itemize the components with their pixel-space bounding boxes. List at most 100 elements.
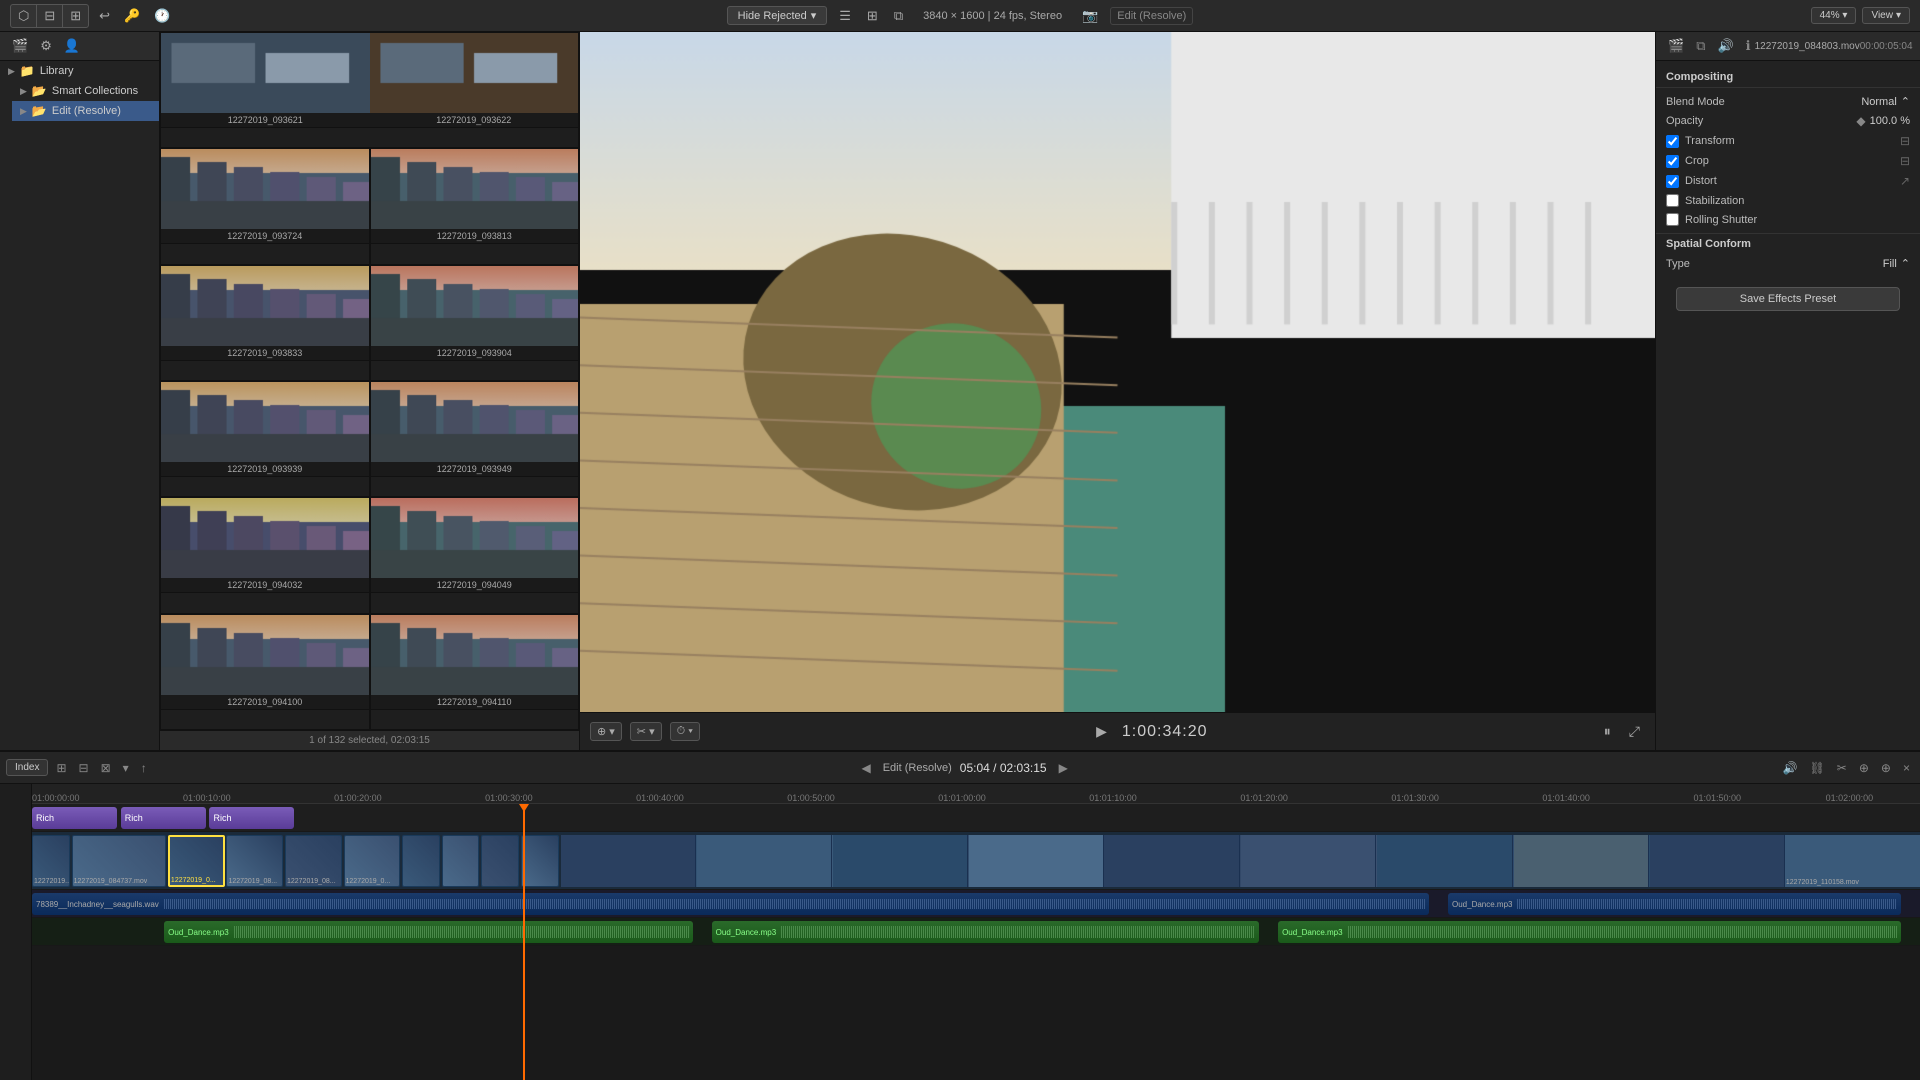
save-preset-btn[interactable]: Save Effects Preset [1676,287,1900,311]
clock-icon[interactable]: 🕐 [150,6,174,26]
oud-label-1: Oud_Dance.mp3 [168,928,228,937]
index-btn[interactable]: Index [6,759,48,776]
settings-icon[interactable]: ⚙ [36,36,56,56]
video-clip-8[interactable] [442,835,480,887]
timeline-tool-1[interactable]: ⊞ [52,759,70,777]
crop-btn[interactable]: ✂ ▾ [630,722,662,741]
timeline-tool-4[interactable]: ▾ [119,759,133,777]
vcr-7[interactable] [1377,835,1512,887]
list-item[interactable]: 12272019_094100 [160,614,370,730]
person-icon[interactable]: 👤 [60,36,84,56]
audio-clip-oud-1[interactable]: Oud_Dance.mp3 [164,921,693,943]
thumb-early-1[interactable]: 12272019_093621 [161,33,370,147]
back-icon[interactable]: ↩ [95,6,114,26]
timeline-arrow-tool[interactable]: ↑ [137,759,151,777]
window-tile-btn[interactable]: ⊟ [37,5,63,27]
vcr-5[interactable] [1105,835,1240,887]
crop-expand-icon[interactable]: ⊟ [1900,154,1910,168]
speed-btn[interactable]: ⏱ ▾ [670,722,700,741]
timeline-link-btn[interactable]: ⛓ [1806,759,1829,777]
sidebar-item-smart-collections[interactable]: ▶ 📂 Smart Collections [12,81,159,101]
timeline-nav-prev[interactable]: ◀ [857,759,874,777]
purple-clip-3[interactable]: Rich [209,807,294,829]
audio-clip-oud-dance-end[interactable]: Oud_Dance.mp3 [1448,893,1901,915]
video-clip-5[interactable]: 12272019_08... [285,835,342,887]
timeline-zoom-btn[interactable]: ⊕ [1877,759,1895,777]
thumb-early-2[interactable]: 12272019_093622 [370,33,579,147]
video-clip-4[interactable]: 12272019_08... [226,835,283,887]
vcr-4[interactable] [969,835,1104,887]
video-clip-2[interactable]: 12272019_084737.mov [72,835,166,887]
distort-expand-icon[interactable]: ↗ [1900,174,1910,188]
timeline-close-btn[interactable]: × [1899,759,1914,777]
list-view-btn[interactable]: ☰ [835,6,855,26]
purple-clip-2[interactable]: Rich [121,807,206,829]
list-item[interactable]: 12272019_093949 [370,381,580,497]
filter-btn-icon[interactable]: ⧉ [890,6,907,26]
timeline-nav-next[interactable]: ▶ [1055,759,1072,777]
vcr-9[interactable] [1650,835,1785,887]
opacity-keyframe-diamond[interactable]: ◆ [1856,114,1865,128]
grid-view-btn[interactable]: ⊞ [863,6,882,26]
timeline-audio-btn[interactable]: 🔊 [1779,759,1802,777]
audio-clip-oud-3[interactable]: Oud_Dance.mp3 [1278,921,1901,943]
audio-clip-seagulls[interactable]: 78389__Inchadney__seagulls.wav [32,893,1429,915]
stabilization-checkbox[interactable] [1666,194,1679,207]
list-item[interactable]: 12272019_093939 [160,381,370,497]
list-item[interactable]: 12272019_094110 [370,614,580,730]
window-fullscreen-btn[interactable]: ⊞ [63,5,88,27]
inspector-audio-icon[interactable]: 🔊 [1713,36,1737,56]
window-minimize-btn[interactable]: ⬡ [11,5,37,27]
inspector-video-icon[interactable]: 🎬 [1664,36,1688,56]
forward-icon[interactable]: 🔑 [120,6,144,26]
list-item[interactable]: 12272019_093833 [160,265,370,381]
fullscreen-btn[interactable]: ⤢ [1624,721,1645,742]
inspector-filter-icon[interactable]: ⧉ [1692,36,1709,56]
playhead[interactable] [523,804,525,1080]
video-clip-1[interactable]: 12272019... [32,835,70,887]
inspector-info-icon[interactable]: ℹ [1742,36,1755,56]
timeline-snap-btn[interactable]: ⊕ [1855,759,1873,777]
timeline-tool-2[interactable]: ⊟ [75,759,93,777]
rolling-shutter-checkbox[interactable] [1666,213,1679,226]
list-item[interactable]: 12272019_093904 [370,265,580,381]
hide-rejected-btn[interactable]: Hide Rejected ▾ [727,6,828,25]
view-btn[interactable]: View ▾ [1862,7,1910,24]
purple-clip-1[interactable]: Rich [32,807,117,829]
video-clip-6[interactable]: 12272019_0... [344,835,401,887]
timeline-tool-3[interactable]: ⊠ [97,759,115,777]
audio-clip-oud-2[interactable]: Oud_Dance.mp3 [712,921,1260,943]
timeline-blade-btn[interactable]: ✂ [1833,759,1851,777]
vcr-6[interactable] [1241,835,1376,887]
list-item[interactable]: 12272019_094049 [370,497,580,613]
vcr-3[interactable] [833,835,968,887]
vcr-10[interactable]: 12272019_110158.mov [1786,835,1920,887]
sidebar-item-library[interactable]: ▶ 📁 Library [0,61,159,81]
blend-mode-label: Blend Mode [1666,96,1855,108]
thumb-label-7: 12272019_094032 [161,578,369,593]
sidebar-item-edit-resolve[interactable]: ▶ 📂 Edit (Resolve) [12,101,159,121]
thumb-canvas-2 [371,149,579,229]
video-clip-3-selected[interactable]: 12272019_0... [168,835,225,887]
transform-checkbox[interactable] [1666,135,1679,148]
vcr-8[interactable] [1514,835,1649,887]
distort-checkbox[interactable] [1666,175,1679,188]
vcr-2[interactable] [697,835,832,887]
media-icon[interactable]: 🎬 [8,36,32,56]
camera-icon[interactable]: 📷 [1078,6,1102,26]
transform-btn[interactable]: ⊕ ▾ [590,722,622,741]
transform-expand-icon[interactable]: ⊟ [1900,134,1910,148]
video-clip-9[interactable] [481,835,519,887]
list-item[interactable]: 12272019_093813 [370,148,580,264]
vcr-1[interactable] [561,835,696,887]
list-item[interactable]: 12272019_093724 [160,148,370,264]
video-clip-7[interactable] [402,835,440,887]
zoom-btn[interactable]: 44% ▾ [1811,7,1857,24]
crop-checkbox[interactable] [1666,155,1679,168]
list-item[interactable]: 12272019_094032 [160,497,370,613]
play-btn[interactable]: ▶ [1091,721,1112,742]
pause-btn[interactable]: ⏸ [1599,721,1616,742]
timeline-header-right: 🔊 ⛓ ✂ ⊕ ⊕ × [1779,759,1914,777]
video-clip-10[interactable] [521,835,559,887]
blend-mode-row: Blend Mode Normal ⌃ [1656,92,1920,111]
